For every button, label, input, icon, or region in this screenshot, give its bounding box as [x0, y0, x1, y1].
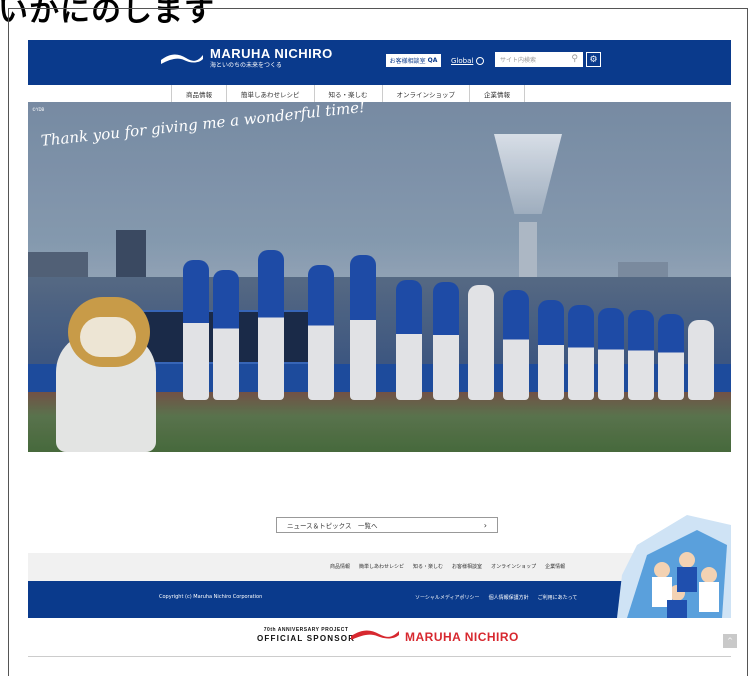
footer-nav-item-learn-enjoy[interactable]: 知る・楽しむ	[413, 563, 443, 570]
sponsor-brand: MARUHA NICHIRO	[405, 630, 519, 644]
search-placeholder: サイト内検索	[500, 57, 537, 64]
globe-icon	[476, 56, 485, 65]
qa-icon: QA	[427, 57, 438, 64]
players-illustration	[617, 515, 731, 618]
nav-item-online-shop[interactable]: オンラインショップ	[381, 85, 470, 102]
chevron-right-icon: ›	[483, 520, 487, 530]
site-search-input[interactable]: サイト内検索 ⚲	[495, 52, 583, 67]
wave-logo-icon	[161, 53, 203, 64]
sponsor-line2: OFFICIAL SPONSOR	[257, 634, 356, 643]
photo-credit: ©YDB	[32, 107, 45, 112]
wave-logo-red-icon	[351, 630, 399, 640]
gear-icon: ⚙	[589, 54, 598, 65]
global-link[interactable]: Global	[451, 53, 485, 68]
sponsor-banner[interactable]: 70th ANNIVERSARY PROJECT OFFICIAL SPONSO…	[28, 618, 731, 657]
nav-item-products[interactable]: 商品情報	[171, 85, 226, 102]
brand-tagline: 海といのちの未来をつくる	[210, 62, 282, 69]
site-header: MARUHA NICHIRO 海といのちの未来をつくる お客様相談室 QA Gl…	[28, 40, 731, 85]
nav-item-learn-enjoy[interactable]: 知る・楽しむ	[313, 85, 382, 102]
copyright: Copyright (c) Maruha Nichiro Corporation	[159, 594, 263, 600]
customer-inquiry-button[interactable]: お客様相談室 QA	[385, 53, 442, 68]
nav-item-recipes[interactable]: 簡単しあわせレシピ	[226, 85, 314, 102]
footer-link-terms[interactable]: ご利用にあたって	[538, 594, 578, 601]
news-topics-link[interactable]: ニュース＆トピックス 一覧へ ›	[276, 517, 498, 533]
settings-button[interactable]: ⚙	[586, 52, 601, 67]
footer-link-social-policy[interactable]: ソーシャルメディアポリシー	[415, 594, 480, 601]
footer-nav-item-inquiry[interactable]: お客様相談室	[452, 563, 482, 570]
site-logo[interactable]: MARUHA NICHIRO 海といのちの未来をつくる	[160, 47, 333, 70]
search-icon[interactable]: ⚲	[571, 55, 578, 64]
footer-nav-item-products[interactable]: 商品情報	[330, 563, 350, 570]
footer-nav-item-online-shop[interactable]: オンラインショップ	[491, 563, 536, 570]
hero-image[interactable]: ©YDB Thank you for giving me a wonderful…	[28, 102, 731, 452]
chevron-up-icon: ^	[727, 637, 733, 645]
sponsor-line1: 70th ANNIVERSARY PROJECT	[263, 627, 349, 633]
footer-nav-item-recipes[interactable]: 簡単しあわせレシピ	[359, 563, 404, 570]
back-to-top-button[interactable]: ^	[723, 634, 737, 648]
brand-name: MARUHA NICHIRO	[210, 46, 333, 61]
nav-item-corporate[interactable]: 企業情報	[469, 85, 525, 102]
footer-link-privacy[interactable]: 個人情報保護方針	[489, 594, 529, 601]
footer-nav-item-corporate[interactable]: 企業情報	[545, 563, 565, 570]
main-nav: 商品情報 簡単しあわせレシピ 知る・楽しむ オンラインショップ 企業情報	[28, 85, 731, 103]
